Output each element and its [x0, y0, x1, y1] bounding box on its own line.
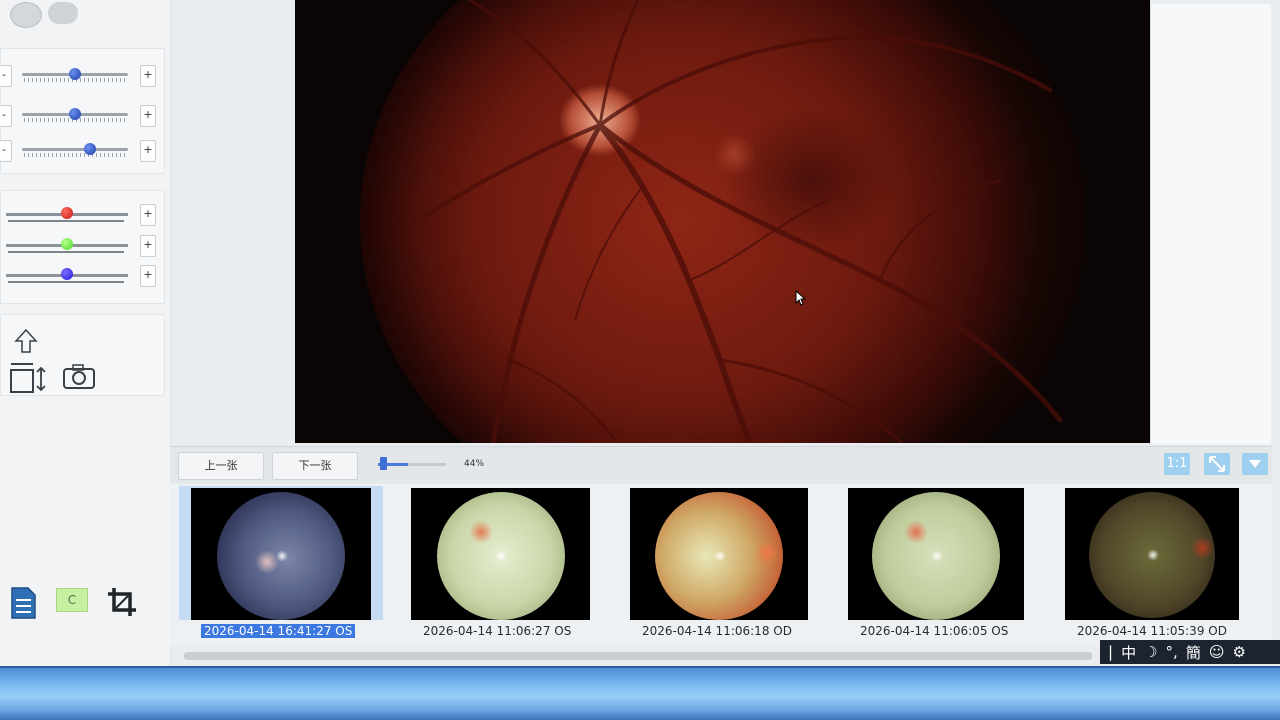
slider-track-shadow [8, 281, 124, 283]
document-icon[interactable] [8, 586, 38, 624]
slider-minus-button[interactable]: - [0, 140, 12, 162]
slider-handle[interactable] [69, 108, 81, 120]
optic-disc-spot [468, 520, 493, 545]
macula-spot [713, 549, 726, 562]
fundus-thumbnail-disc [217, 492, 345, 620]
thumbnail-scrollbar[interactable] [184, 652, 1092, 660]
tray-item[interactable]: ☽ [1144, 643, 1157, 661]
thumbnail-image [411, 488, 590, 620]
fit-height-icon[interactable] [8, 360, 46, 398]
next-image-button[interactable]: 下一张 [272, 452, 358, 480]
arrow-up-icon[interactable] [14, 328, 38, 358]
color-mode-label: C [67, 593, 77, 607]
red-channel-slider-row: + [0, 201, 165, 227]
blue-channel-slider-row: + [0, 262, 165, 288]
ime-tray: | 中 ☽ °, 簡 ☺ ⚙ [1100, 640, 1280, 664]
slider-plus-button[interactable]: + [140, 65, 156, 87]
macula-spot [495, 549, 508, 562]
macula-spot [275, 549, 288, 562]
slider-handle[interactable] [83, 143, 96, 155]
tray-item[interactable]: ⚙ [1232, 643, 1245, 661]
brightness-slider-row: - + [0, 102, 165, 128]
crop-icon[interactable] [106, 586, 138, 622]
brightness-slider-row: - + [0, 137, 165, 163]
slider-ticks [24, 153, 126, 157]
thumbnail-image [848, 488, 1024, 620]
fundus-thumbnail-disc [436, 492, 565, 620]
blue-slider-handle[interactable] [61, 268, 73, 280]
fundus-image [360, 0, 1085, 443]
brightness-slider-row: - + [0, 62, 165, 88]
next-image-label: 下一张 [298, 459, 332, 472]
panel-top-buttons [6, 0, 86, 28]
red-slider-handle[interactable] [61, 207, 73, 219]
taskbar [0, 668, 1280, 720]
optic-disc-spot [904, 520, 928, 545]
slider-track[interactable] [22, 148, 128, 151]
fundus-thumbnail-disc [872, 492, 1000, 620]
retinal-vessels [418, 0, 1063, 443]
optic-disc-spot [1189, 536, 1214, 561]
slider-minus-button[interactable]: - [0, 65, 12, 87]
slider-track-shadow [8, 251, 124, 253]
thumbnail-image [630, 488, 808, 620]
fundus-thumbnail-disc [655, 492, 783, 620]
thumbnail-caption: 2026-04-14 11:05:39 OD [1077, 624, 1227, 638]
macula-spot [1146, 548, 1159, 561]
thumbnail-caption: 2026-04-14 16:41:27 OS [201, 624, 356, 638]
prev-image-label: 上一张 [204, 459, 238, 472]
slider-plus-button[interactable]: + [140, 265, 156, 287]
slider-minus-button[interactable]: - [0, 105, 12, 127]
slider-plus-button[interactable]: + [140, 105, 156, 127]
thumbnail-caption: 2026-04-14 11:06:05 OS [860, 624, 1009, 638]
tray-item[interactable]: 中 [1121, 642, 1136, 663]
triangle-down-icon[interactable] [1242, 453, 1268, 475]
slider-plus-button[interactable]: + [140, 140, 156, 162]
mouse-cursor-icon [795, 289, 807, 310]
actual-size-label: 1:1 [1166, 456, 1188, 471]
fundus-image-viewer[interactable] [295, 0, 1150, 443]
slider-track-shadow [8, 220, 124, 222]
fit-arrows-icon[interactable] [1204, 453, 1230, 475]
thumbnail-caption: 2026-04-14 11:06:18 OD [642, 624, 792, 638]
prev-image-button[interactable]: 上一张 [178, 452, 264, 480]
actual-size-button[interactable]: 1:1 [1164, 453, 1190, 475]
cloud-upload-icon[interactable] [48, 2, 78, 24]
camera-icon[interactable] [62, 364, 96, 394]
thumbnail-strip: 2026-04-14 16:41:27 OS 2026-04-14 11:06:2… [170, 484, 1272, 646]
right-blank-panel [1150, 4, 1271, 444]
zoom-slider-handle[interactable] [380, 457, 387, 470]
fundus-thumbnail-disc [1089, 492, 1215, 618]
color-mode-button[interactable]: C [56, 588, 88, 612]
slider-handle[interactable] [69, 68, 81, 80]
green-slider-handle[interactable] [61, 238, 73, 250]
green-channel-slider-row: + [0, 232, 165, 258]
slider-plus-button[interactable]: + [140, 235, 156, 257]
thumbnail-caption: 2026-04-14 11:06:27 OS [423, 624, 572, 638]
zoom-percent-label: 44% [464, 459, 485, 469]
tray-item[interactable]: | [1108, 643, 1113, 661]
contrast-icon[interactable] [10, 2, 42, 28]
macula-spot [930, 549, 943, 562]
tray-item[interactable]: 簡 [1186, 642, 1201, 663]
optic-disc-spot [754, 540, 779, 565]
adjustment-panel: - + - + - + + + + C [0, 0, 171, 668]
tray-item[interactable]: °, [1166, 643, 1178, 661]
thumbnail-image [191, 488, 371, 620]
slider-plus-button[interactable]: + [140, 204, 156, 226]
thumbnail-image [1065, 488, 1239, 620]
zoom-slider-track[interactable] [378, 463, 446, 466]
image-nav-toolbar: 上一张 下一张 44% 1:1 [170, 446, 1272, 483]
tray-item[interactable]: ☺ [1209, 643, 1225, 661]
